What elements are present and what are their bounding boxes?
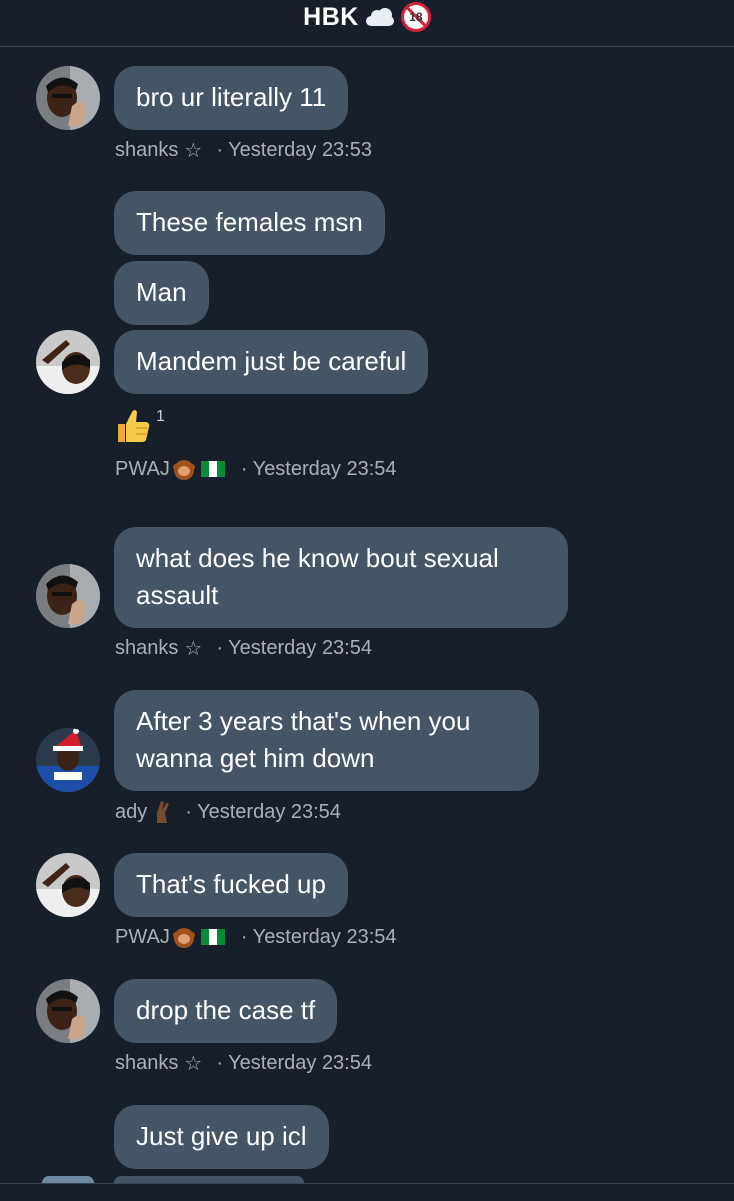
reaction-count: 1 bbox=[156, 408, 165, 425]
message-bubble[interactable]: These females msn bbox=[114, 191, 385, 255]
avatar-pwaj[interactable] bbox=[36, 330, 100, 394]
chat-title-bar[interactable]: HBK 18 bbox=[0, 0, 734, 34]
cloud-icon bbox=[363, 7, 397, 27]
message-text: drop the case tf bbox=[136, 995, 316, 1025]
star-icon: ☆ bbox=[184, 638, 203, 660]
message-bubble[interactable]: That's fucked up bbox=[114, 853, 348, 917]
message-bubble[interactable]: what does he know bout sexual assault bbox=[114, 527, 568, 628]
message-meta: PWAJ · Yesterday 23:54 bbox=[115, 457, 397, 481]
timestamp: · Yesterday 23:54 bbox=[216, 1052, 372, 1074]
avatar-shanks[interactable] bbox=[36, 564, 100, 628]
message-text: Mandem just be careful bbox=[136, 346, 407, 376]
sender-name[interactable]: shanks bbox=[115, 139, 178, 162]
message-bubble[interactable]: Man bbox=[114, 261, 209, 325]
badge-text: 18 bbox=[409, 10, 423, 24]
message-text: That's fucked up bbox=[136, 869, 326, 899]
message-bubble[interactable]: drop the case tf bbox=[114, 979, 338, 1043]
chat-title: HBK bbox=[303, 2, 359, 31]
crossed-fingers-icon bbox=[157, 801, 170, 823]
reaction-badge[interactable]: 1 bbox=[114, 406, 165, 446]
message-bubble[interactable]: bro ur literally 11 bbox=[114, 66, 349, 130]
avatar-shanks[interactable] bbox=[36, 979, 100, 1043]
nigeria-flag-icon bbox=[200, 929, 225, 945]
message-text: what does he know bout sexual assault bbox=[136, 543, 499, 610]
message-text: Man bbox=[136, 277, 187, 307]
message-meta: ady · Yesterday 23:54 bbox=[115, 799, 341, 825]
sender-name[interactable]: shanks bbox=[115, 637, 178, 660]
sender-name[interactable]: shanks bbox=[115, 1052, 178, 1075]
chat-header: HBK 18 bbox=[0, 0, 734, 47]
star-icon: ☆ bbox=[184, 140, 203, 162]
timestamp: · Yesterday 23:54 bbox=[185, 800, 341, 823]
message-text: These females msn bbox=[136, 207, 363, 237]
sender-name[interactable]: PWAJ bbox=[115, 926, 170, 949]
thumbs-up-icon bbox=[118, 410, 150, 442]
sender-name[interactable]: PWAJ bbox=[115, 458, 170, 481]
message-meta: shanks ☆ · Yesterday 23:53 bbox=[115, 138, 372, 163]
timestamp: · Yesterday 23:54 bbox=[240, 457, 397, 480]
timestamp: · Yesterday 23:54 bbox=[240, 925, 397, 948]
partial-avatar bbox=[42, 1176, 94, 1183]
sender-name[interactable]: ady bbox=[115, 801, 147, 824]
avatar-pwaj[interactable] bbox=[36, 853, 100, 917]
bottom-divider bbox=[0, 1183, 734, 1201]
nigeria-flag-icon bbox=[200, 461, 225, 477]
message-text: Just give up icl bbox=[136, 1121, 307, 1151]
message-meta: shanks ☆ · Yesterday 23:54 bbox=[115, 1051, 372, 1076]
message-text: bro ur literally 11 bbox=[136, 82, 327, 112]
monkey-icon bbox=[172, 460, 195, 480]
star-icon: ☆ bbox=[184, 1053, 203, 1075]
message-bubble[interactable]: After 3 years that's when you wanna get … bbox=[114, 690, 539, 791]
avatar-shanks[interactable] bbox=[36, 66, 100, 130]
message-text: After 3 years that's when you wanna get … bbox=[136, 706, 471, 773]
message-bubble[interactable]: Mandem just be careful bbox=[114, 330, 429, 394]
timestamp: · Yesterday 23:53 bbox=[216, 139, 372, 161]
no-under-18-icon: 18 bbox=[400, 2, 431, 32]
message-meta: PWAJ · Yesterday 23:54 bbox=[115, 925, 397, 949]
avatar-ady[interactable] bbox=[36, 728, 100, 792]
message-bubble[interactable]: Just give up icl bbox=[114, 1105, 329, 1169]
timestamp: · Yesterday 23:54 bbox=[216, 637, 372, 659]
monkey-icon bbox=[172, 928, 195, 948]
message-meta: shanks ☆ · Yesterday 23:54 bbox=[115, 636, 372, 661]
partial-message-bubble bbox=[114, 1176, 304, 1183]
